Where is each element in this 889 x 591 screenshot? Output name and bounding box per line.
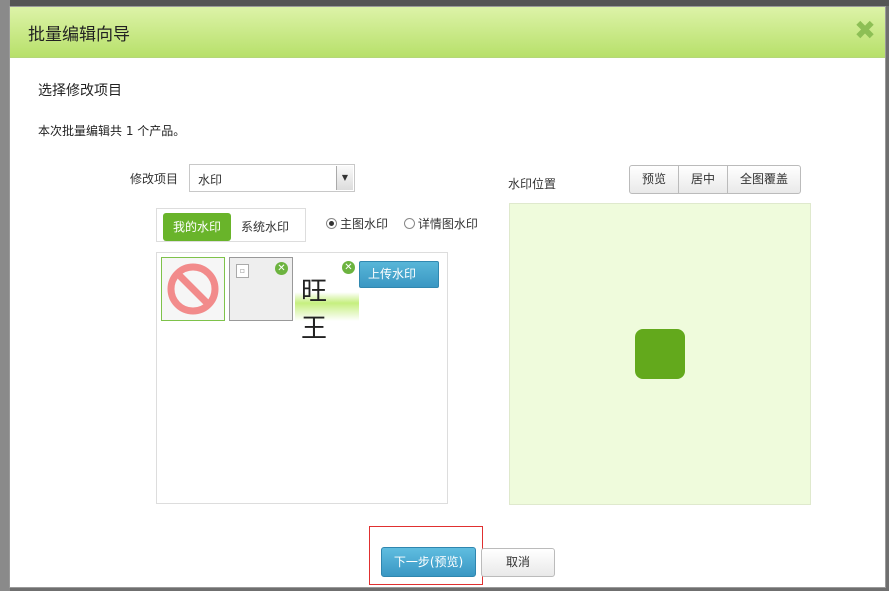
cancel-button[interactable]: 取消	[481, 548, 555, 577]
radio-detail-image[interactable]	[403, 218, 415, 229]
image-type-radios: 主图水印 详情图水印	[326, 215, 490, 232]
position-button-group: 预览 居中 全图覆盖	[629, 165, 802, 194]
thumb-broken-image[interactable]: ▫ ✕	[229, 257, 293, 321]
radio-main-label[interactable]: 主图水印	[340, 217, 388, 231]
modify-item-value: 水印	[198, 173, 223, 187]
close-icon[interactable]: ✖	[853, 18, 877, 44]
batch-edit-dialog: 批量编辑向导 ✖ 选择修改项目 本次批量编辑共 1 个产品。 修改项目 水印 ▼…	[9, 6, 886, 588]
prohibited-icon	[167, 263, 219, 315]
watermark-thumbnail-panel: ▫ ✕ 旺王 ✕ 上传水印	[156, 252, 448, 504]
radio-detail-label[interactable]: 详情图水印	[418, 217, 478, 231]
chevron-down-icon[interactable]: ▼	[336, 166, 353, 190]
modify-item-label: 修改项目	[130, 172, 179, 186]
upload-watermark-button[interactable]: 上传水印	[359, 261, 439, 288]
preview-button[interactable]: 预览	[629, 165, 680, 194]
next-preview-button[interactable]: 下一步(预览)	[381, 547, 476, 577]
watermark-position-preview[interactable]	[509, 203, 811, 505]
summary-text: 本次批量编辑共 1 个产品。	[38, 124, 186, 138]
center-button[interactable]: 居中	[678, 165, 729, 194]
watermark-position-marker[interactable]	[635, 329, 685, 379]
wang-watermark-text: 旺王	[301, 277, 340, 344]
tab-my-watermark[interactable]: 我的水印	[163, 213, 231, 241]
watermark-position-label: 水印位置	[508, 177, 557, 191]
watermark-tabs: 我的水印 系统水印	[156, 208, 306, 242]
remove-watermark-icon[interactable]: ✕	[275, 262, 288, 275]
thumb-no-watermark[interactable]	[161, 257, 225, 321]
tab-system-watermark[interactable]: 系统水印	[241, 213, 289, 241]
section-title: 选择修改项目	[38, 83, 122, 99]
radio-main-image[interactable]	[326, 218, 337, 229]
dialog-titlebar: 批量编辑向导 ✖	[10, 7, 885, 58]
full-cover-button[interactable]: 全图覆盖	[727, 165, 802, 194]
modify-item-select[interactable]: 水印 ▼	[189, 164, 355, 192]
broken-image-icon: ▫	[236, 264, 249, 278]
thumb-wang-watermark[interactable]: 旺王 ✕	[295, 257, 359, 344]
remove-watermark-icon[interactable]: ✕	[342, 261, 355, 274]
dialog-title: 批量编辑向导	[28, 25, 130, 45]
